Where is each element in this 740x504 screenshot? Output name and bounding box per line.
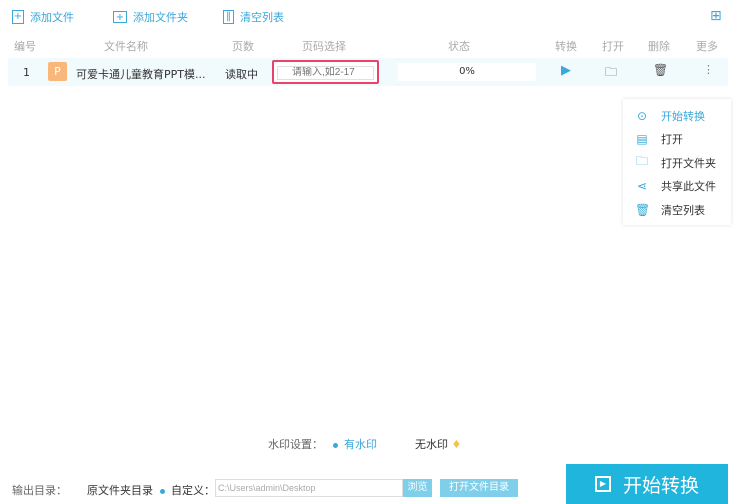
- play-icon: ▶: [594, 476, 611, 492]
- output-path-input[interactable]: [215, 479, 403, 497]
- clear-list-button[interactable]: ‖ 清空列表: [223, 9, 284, 25]
- menu-open[interactable]: ▤ 打开: [623, 128, 731, 152]
- menu-clear-list[interactable]: 🗑 清空列表: [623, 198, 731, 222]
- open-output-dir-button[interactable]: 打开文件目录: [440, 479, 518, 497]
- col-status: 状态: [448, 40, 470, 53]
- folder-icon: 🗀: [635, 154, 648, 169]
- play-circle-icon: ⊙: [636, 108, 648, 123]
- progress-text: 0%: [459, 66, 475, 77]
- menu-open-folder[interactable]: 🗀 打开文件夹: [623, 151, 731, 175]
- grid-view-icon[interactable]: ⊞: [710, 8, 722, 24]
- col-more: 更多: [696, 40, 718, 53]
- play-icon[interactable]: ▶: [561, 63, 571, 78]
- document-icon: ▤: [636, 132, 648, 147]
- col-convert: 转换: [555, 40, 577, 53]
- add-folder-icon: +: [113, 11, 127, 23]
- col-index: 编号: [14, 40, 36, 53]
- col-open: 打开: [602, 40, 624, 53]
- add-file-button[interactable]: + 添加文件: [12, 9, 74, 25]
- page-range-input[interactable]: [277, 65, 374, 80]
- context-menu: ⊙ 开始转换 ▤ 打开 🗀 打开文件夹 ⋖ 共享此文件 🗑 清空列表: [623, 99, 731, 225]
- vip-diamond-icon: ♦: [451, 438, 462, 451]
- output-original-radio[interactable]: 原文件夹目录: [87, 482, 153, 498]
- trash-icon: 🗑: [635, 202, 651, 217]
- col-delete: 删除: [648, 40, 670, 53]
- output-custom-radio[interactable]: 自定义：: [160, 482, 215, 498]
- progress-bar: 0%: [398, 63, 536, 81]
- add-file-icon: +: [12, 10, 24, 24]
- col-pages: 页数: [232, 40, 254, 53]
- more-icon[interactable]: ⋮: [703, 63, 714, 76]
- trash-icon: ‖: [223, 10, 234, 24]
- table-row[interactable]: 1 P 可爱卡通儿童教育PPT模... 读取中 0% ▶ 🗀 🗑 ⋮: [8, 58, 728, 86]
- ppt-file-icon: P: [48, 62, 67, 81]
- menu-start-convert[interactable]: ⊙ 开始转换: [623, 104, 731, 128]
- start-convert-button[interactable]: ▶ 开始转换: [566, 464, 728, 504]
- col-page-select: 页码选择: [302, 40, 346, 53]
- watermark-on-radio[interactable]: 有水印: [333, 436, 377, 452]
- browse-button[interactable]: 浏览: [403, 479, 432, 497]
- col-name: 文件名称: [104, 40, 148, 53]
- row-index: 1: [23, 66, 30, 79]
- share-icon: ⋖: [636, 179, 648, 194]
- open-folder-icon[interactable]: 🗀: [605, 63, 617, 84]
- menu-share[interactable]: ⋖ 共享此文件: [623, 175, 731, 199]
- radio-selected-icon: [333, 442, 338, 448]
- radio-selected-icon: [160, 488, 165, 494]
- watermark-off-radio[interactable]: 无水印 ♦: [415, 436, 461, 452]
- delete-icon[interactable]: 🗑: [653, 63, 668, 77]
- output-label: 输出目录：: [12, 484, 67, 497]
- file-name: 可爱卡通儿童教育PPT模...: [76, 68, 206, 81]
- page-count: 读取中: [225, 68, 258, 81]
- watermark-label: 水印设置：: [268, 438, 323, 451]
- add-folder-button[interactable]: + 添加文件夹: [113, 9, 188, 25]
